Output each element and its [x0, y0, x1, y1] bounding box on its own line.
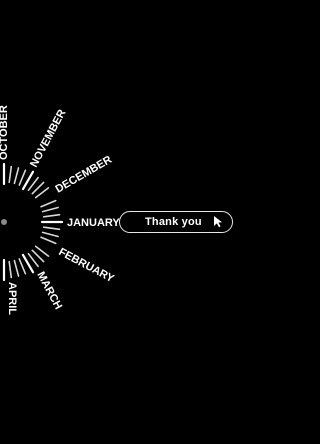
dial-tick — [8, 165, 13, 184]
month-label-december[interactable]: DECEMBER — [54, 154, 115, 196]
thank-you-button[interactable]: Thank you — [119, 211, 233, 233]
month-label-january[interactable]: JANUARY — [67, 217, 120, 229]
dial-tick — [40, 199, 57, 208]
dial-tick — [41, 231, 59, 238]
cursor-arrow-icon — [214, 216, 222, 228]
dial-center-dot — [1, 219, 7, 225]
month-label-april[interactable]: APRIL — [6, 282, 18, 315]
dial-tick — [40, 236, 57, 245]
dial-tick — [42, 226, 61, 231]
month-picker-screen: JANUARY DECEMBER NOVEMBER OCTOBER FEBRUA… — [0, 0, 250, 444]
dial-tick — [13, 259, 20, 277]
dial-tick — [13, 167, 20, 185]
dial-tick — [41, 206, 59, 213]
month-label-november[interactable]: NOVEMBER — [28, 108, 68, 170]
month-label-march[interactable]: MARCH — [34, 270, 64, 312]
thank-you-button-label: Thank you — [145, 216, 202, 228]
dial-tick — [18, 258, 27, 275]
dial-tick — [8, 260, 13, 279]
dial-ticks — [2, 162, 64, 282]
month-label-february[interactable]: FEBRUARY — [57, 246, 117, 285]
dial-tick — [42, 213, 61, 218]
dial-tick — [18, 169, 27, 186]
month-label-october[interactable]: OCTOBER — [0, 105, 10, 160]
